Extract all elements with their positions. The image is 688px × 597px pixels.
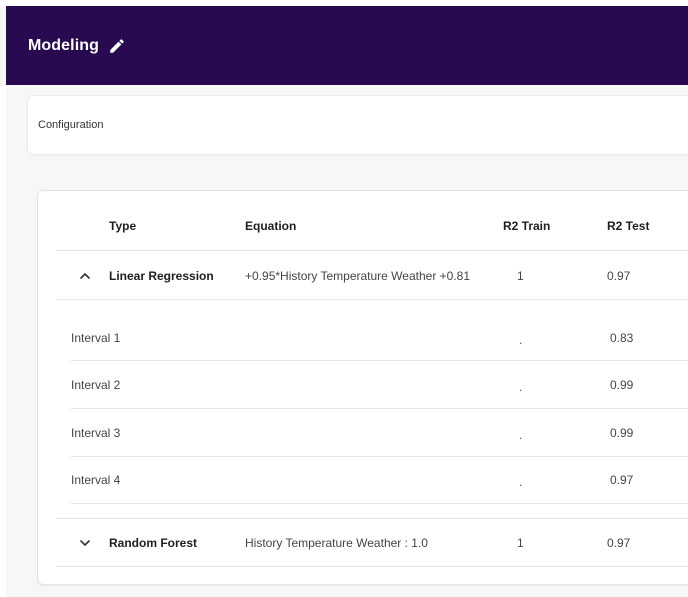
interval-divider <box>71 456 688 457</box>
model-r2-train-linear-regression: 1 <box>517 269 524 283</box>
interval-r2-test-2: 0.99 <box>610 378 634 392</box>
row-divider <box>56 566 688 567</box>
page-title: Modeling <box>28 36 100 54</box>
chevron-up-icon[interactable] <box>78 269 92 283</box>
modeling-page: Modeling Configuration Type Equation R2 … <box>0 0 688 597</box>
interval-r2-test-3: 0.99 <box>610 426 634 440</box>
column-header-type: Type <box>109 219 137 233</box>
model-r2-train-random-forest: 1 <box>517 536 524 550</box>
pencil-icon[interactable] <box>108 37 126 55</box>
interval-r2-test-4: 0.97 <box>610 473 634 487</box>
column-header-equation: Equation <box>245 219 297 233</box>
interval-r2-train-4: . <box>519 475 523 489</box>
page-header: Modeling <box>6 6 688 85</box>
interval-r2-train-3: . <box>519 428 523 442</box>
model-results-table: Type Equation R2 Train R2 Test Linear Re… <box>37 190 688 585</box>
interval-label-1: Interval 1 <box>71 331 121 345</box>
interval-divider <box>71 360 688 361</box>
row-divider <box>56 299 688 300</box>
interval-divider <box>71 408 688 409</box>
model-type-random-forest: Random Forest <box>109 536 198 550</box>
column-header-r2-test: R2 Test <box>607 219 650 233</box>
chevron-down-icon[interactable] <box>78 536 92 550</box>
interval-label-3: Interval 3 <box>71 426 121 440</box>
interval-label-2: Interval 2 <box>71 378 121 392</box>
model-r2-test-linear-regression: 0.97 <box>607 269 631 283</box>
model-r2-test-random-forest: 0.97 <box>607 536 631 550</box>
column-header-r2-train: R2 Train <box>503 219 551 233</box>
left-gutter <box>0 85 6 597</box>
interval-label-4: Interval 4 <box>71 473 121 487</box>
row-divider <box>56 518 688 519</box>
interval-divider <box>71 503 688 504</box>
header-divider <box>56 250 688 251</box>
model-equation-linear-regression: +0.95*History Temperature Weather +0.81 <box>245 269 471 283</box>
interval-r2-test-1: 0.83 <box>610 331 634 345</box>
configuration-panel[interactable]: Configuration <box>27 95 688 155</box>
interval-r2-train-1: . <box>519 333 523 347</box>
model-equation-random-forest: History Temperature Weather : 1.0 <box>245 536 428 550</box>
model-type-linear-regression: Linear Regression <box>109 269 214 283</box>
configuration-label: Configuration <box>38 119 104 131</box>
interval-r2-train-2: . <box>519 380 523 394</box>
